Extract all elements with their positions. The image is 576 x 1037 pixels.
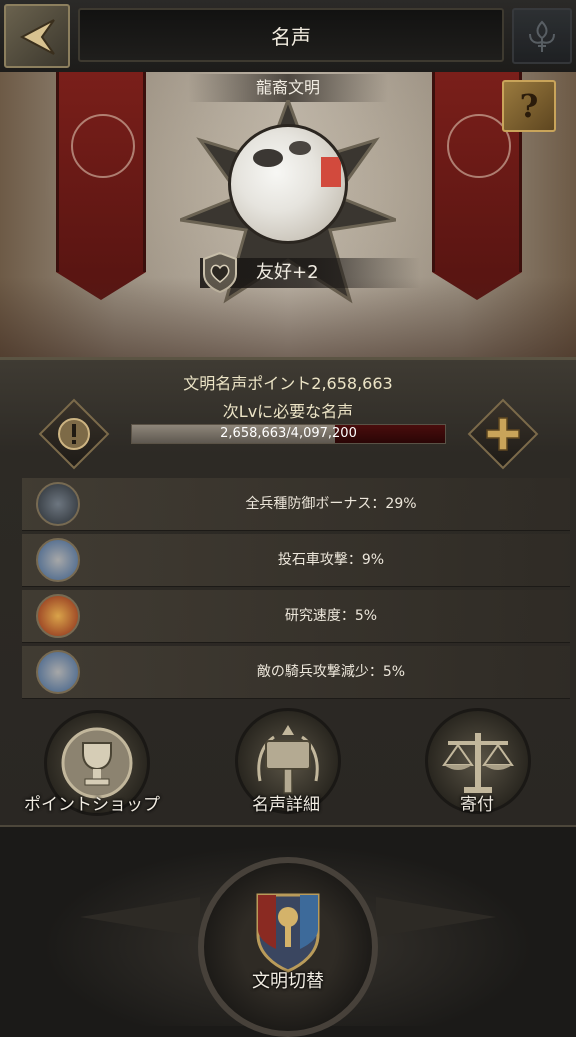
reputation-progress: 2,658,663/4,097,200 [131,424,446,444]
menu-button[interactable] [512,8,572,64]
research-icon [36,594,80,638]
fleur-icon [529,20,555,52]
point-shop-label[interactable]: ポイントショップ [24,790,160,815]
dragon-banner-left [56,72,146,300]
bonus-row: 全兵種防御ボーナス：29% [22,478,570,531]
avatar-detail [253,149,283,167]
civ-shield-icon [256,893,320,973]
avatar[interactable] [228,124,348,244]
civilization-hero: 龍裔文明 ? 友好+2 [0,72,576,357]
ornament-left [80,897,200,937]
bonus-text: 全兵種防御ボーナス：29% [245,496,417,512]
top-bar: 名声 [0,0,576,74]
switch-civilization-label[interactable]: 文明切替 [0,967,576,993]
plus-icon [478,409,528,459]
bonus-row: 敵の騎兵攻撃減少：5% [22,646,570,699]
bonus-text: 敵の騎兵攻撃減少：5% [256,664,406,680]
avatar-detail [321,157,341,187]
bonus-row: 研究速度：5% [22,590,570,643]
civilization-switch-area: 文明切替 [0,825,576,1037]
soldier-icon [36,650,80,694]
civilization-name: 龍裔文明 [188,74,388,102]
reputation-points: 文明名声ポイント2,658,663 [183,374,393,393]
chevron-left-icon [19,19,55,55]
switch-civilization-button[interactable] [198,857,378,1037]
ornament-right [376,897,496,937]
progress-text: 2,658,663/4,097,200 [220,426,357,441]
bonus-text: 研究速度：5% [284,608,378,624]
exclamation-icon [49,409,99,459]
reputation-panel: 文明名声ポイント2,658,663 次Lvに必要な名声 2,658,663/4,… [0,357,576,828]
bonus-text: 投石車攻撃：9% [277,552,385,568]
dragon-emblem-icon [71,114,135,178]
soldier-icon [36,538,80,582]
heart-shield-icon [203,251,237,294]
shield-cross-icon [36,482,80,526]
back-button[interactable] [4,4,70,68]
page-title: 名声 [78,8,504,62]
avatar-detail [289,141,311,155]
friendship-level: 友好+2 [256,262,319,283]
reputation-detail-label[interactable]: 名声詳細 [252,790,320,815]
bonus-row: 投石車攻撃：9% [22,534,570,587]
donate-label[interactable]: 寄付 [460,790,494,815]
help-button[interactable]: ? [502,80,556,132]
